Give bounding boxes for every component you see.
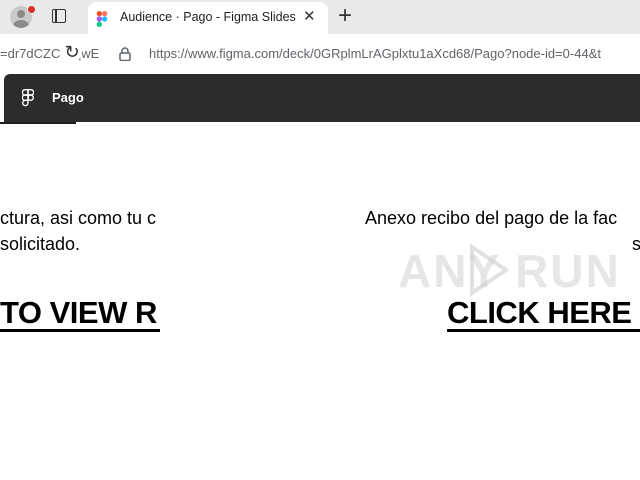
right-slide-cta-link[interactable]: CLICK HERE T (447, 296, 640, 332)
left-slide-text-line-1: ctura, asi como tu c (0, 208, 157, 228)
right-slide-text-line-1: Anexo recibo del pago de la fac (365, 208, 618, 228)
avatar-body (13, 20, 29, 28)
previous-url-fragment: =dr7dCZC stqwE (0, 46, 100, 61)
address-bar: =dr7dCZC stqwE ↻ https://www.figma.com/d… (0, 34, 640, 74)
deck-name[interactable]: Pago (52, 90, 84, 105)
tab-title: Audience · Pago - Figma Slides (120, 10, 296, 24)
slide-canvas: ctura, asi como tu c solicitado. TO VIEW… (0, 124, 640, 480)
vertical-tabs-icon[interactable] (52, 9, 66, 23)
tab-close-icon[interactable]: ✕ (303, 9, 316, 25)
figma-icon (96, 11, 108, 27)
left-slide-cta-link[interactable]: TO VIEW R (0, 296, 160, 332)
reload-icon[interactable]: ↻ (62, 42, 82, 62)
browser-tab-strip: Audience · Pago - Figma Slides ✕ + (0, 0, 640, 34)
figma-logo-icon[interactable] (22, 89, 34, 107)
active-tab[interactable]: Audience · Pago - Figma Slides ✕ (88, 2, 328, 34)
new-tab-icon[interactable]: + (338, 3, 352, 29)
right-slide-text-line-2: s (632, 234, 640, 254)
url-input[interactable]: https://www.figma.com/deck/0GRplmLrAGplx… (149, 46, 640, 61)
figma-header: Pago (4, 74, 640, 122)
notification-badge (27, 5, 36, 14)
site-info-lock-icon[interactable] (119, 47, 131, 61)
left-slide-text-line-2: solicitado. (0, 234, 81, 254)
avatar-head (17, 10, 25, 18)
play-triangle-icon (470, 243, 510, 297)
